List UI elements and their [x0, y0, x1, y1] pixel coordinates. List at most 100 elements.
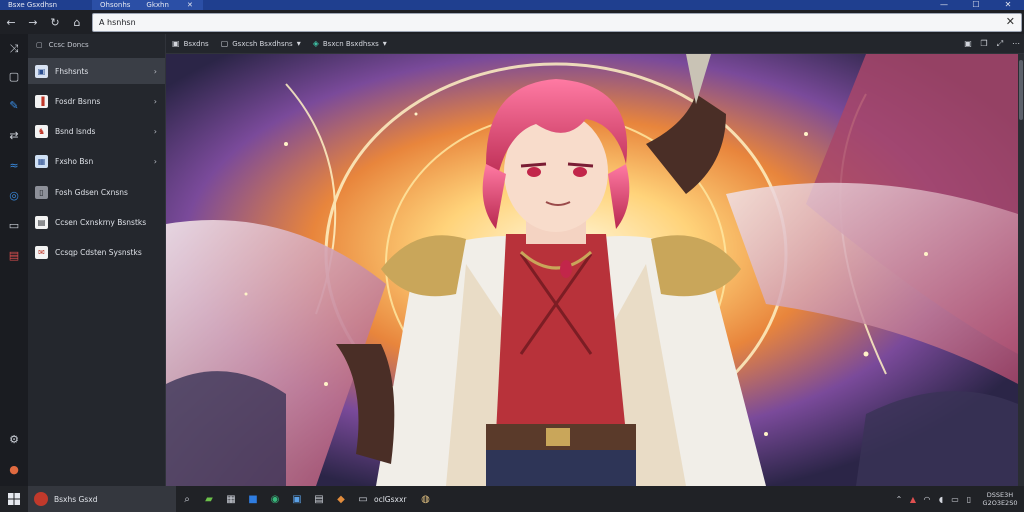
- volume-icon[interactable]: ◖: [934, 486, 948, 512]
- panel-item-label: Fosdr Bsnns: [55, 96, 101, 106]
- toolbar-item-label: Gsxcsh Bsxdhsns: [232, 39, 293, 48]
- panel-item-label: Fhshsnts: [55, 66, 89, 76]
- chevron-right-icon: ›: [153, 66, 157, 76]
- pen-icon[interactable]: ✎: [7, 98, 21, 112]
- browser-icon[interactable]: ◉: [264, 486, 286, 512]
- panel-item-label: Fosh Gdsen Cxnsns: [55, 187, 128, 197]
- window-tab-3[interactable]: Gkxhn: [138, 0, 177, 10]
- chat-icon[interactable]: ▰: [198, 486, 220, 512]
- toolbox-icon[interactable]: ▤: [7, 248, 21, 262]
- frame-icon[interactable]: ▢: [7, 69, 21, 83]
- window-icon: ▢: [220, 39, 229, 48]
- panel-item-6[interactable]: ▤ Ccsen Cxnskrny Bsnstks: [28, 209, 165, 235]
- gallery-icon: ▦: [35, 154, 48, 168]
- maximize-button[interactable]: ☐: [960, 0, 992, 10]
- window-tab-label: Bsxe Gsxdhsn: [8, 1, 58, 9]
- taskbar-active-app-label: Bsxhs Gsxd: [54, 494, 98, 504]
- document-icon: ▐: [35, 94, 48, 108]
- panel-header: ▢ Ccsc Doncs: [28, 34, 165, 56]
- taskbar-clock[interactable]: DSSE3H G2O3E2S0: [976, 491, 1024, 507]
- window-tab-label: Gkxhn: [146, 1, 169, 9]
- panel-item-5[interactable]: ▯ Fosh Gdsen Cxnsns: [28, 179, 165, 205]
- start-button[interactable]: [0, 486, 28, 512]
- toolbar-item-3[interactable]: ◈ Bsxcn Bsxdhsxs ▾: [307, 34, 393, 54]
- toolbar-item-2[interactable]: ▢ Gsxcsh Bsxdhsns ▾: [215, 34, 307, 54]
- address-text: A hsnhsn: [99, 18, 136, 27]
- close-tab-button[interactable]: ✕: [176, 0, 203, 10]
- panel-item-2[interactable]: ▐ Fosdr Bsnns ›: [28, 88, 165, 114]
- monitor-icon[interactable]: ▣: [286, 486, 308, 512]
- more-icon[interactable]: ⋯: [1008, 39, 1024, 48]
- panel-item-label: Fxsho Bsn: [55, 156, 94, 166]
- content-toolbar: ▣ Bsxdns ▢ Gsxcsh Bsxdhsns ▾ ◈ Bsxcn Bsx…: [166, 34, 1024, 54]
- taskbar-app-label[interactable]: oclGsxxr: [374, 495, 414, 504]
- calendar-icon[interactable]: ▤: [308, 486, 330, 512]
- profile-icon[interactable]: ●: [7, 462, 21, 476]
- taskbar-active-app[interactable]: Bsxhs Gsxd: [28, 486, 176, 512]
- address-bar[interactable]: A hsnhsn ✕: [92, 13, 1022, 32]
- image-icon: ▣: [35, 64, 48, 78]
- media-icon[interactable]: ◍: [414, 486, 436, 512]
- shuffle-icon[interactable]: ⤨: [7, 42, 21, 56]
- panel-item-label: Ccsqp Cdsten Sysnstks: [55, 247, 142, 257]
- toolbar-item-1[interactable]: ▣ Bsxdns: [166, 34, 215, 54]
- window-tab-2[interactable]: Ohsonhs: [92, 0, 139, 10]
- artwork-illustration: [166, 54, 1018, 486]
- chevron-down-icon: ▾: [296, 39, 301, 48]
- clock-date: G2O3E2S0: [982, 499, 1018, 507]
- navigation-bar: ← → ↻ ⌂ A hsnhsn ✕: [0, 10, 1024, 34]
- window-tab-1[interactable]: Bsxe Gsxdhsn: [0, 0, 92, 10]
- panel-item-1[interactable]: ▣ Fhshsnts ›: [28, 58, 165, 84]
- chevron-down-icon: ▾: [382, 39, 387, 48]
- home-button[interactable]: ⌂: [66, 10, 88, 34]
- expand-icon[interactable]: ⤢: [992, 39, 1008, 49]
- alert-icon[interactable]: ▲: [906, 486, 920, 512]
- store-icon[interactable]: ■: [242, 486, 264, 512]
- window-titlebar: Bsxe Gsxdhsn Ohsonhs Gkxhn ✕ — ☐ ✕: [0, 0, 1024, 10]
- share-icon[interactable]: ⇄: [7, 128, 21, 142]
- windows-icon: [8, 493, 20, 505]
- toolbar-item-label: Bsxcn Bsxdhsxs: [322, 39, 379, 48]
- copy-icon[interactable]: ❐: [976, 39, 992, 48]
- search-icon[interactable]: ◎: [7, 188, 21, 202]
- panel-item-4[interactable]: ▦ Fxsho Bsn ›: [28, 148, 165, 174]
- close-window-button[interactable]: ✕: [992, 0, 1024, 10]
- person-icon: ♞: [35, 124, 48, 138]
- notification-icon[interactable]: ▯: [962, 486, 976, 512]
- back-button[interactable]: ←: [0, 10, 22, 34]
- gallery-icon[interactable]: ▦: [220, 486, 242, 512]
- app-icon: [34, 492, 48, 506]
- folder-icon[interactable]: ▭: [352, 486, 374, 512]
- battery-icon[interactable]: ▭: [948, 486, 962, 512]
- panel-item-7[interactable]: ✉ Ccsqp Cdsten Sysnstks: [28, 239, 165, 265]
- taskbar: Bsxhs Gsxd ⌕ ▰ ▦ ■ ◉ ▣ ▤ ◆ ▭ oclGsxxr ◍ …: [0, 486, 1024, 512]
- window-tab-label: Ohsonhs: [100, 1, 131, 9]
- forward-button[interactable]: →: [22, 10, 44, 34]
- panel-header-label: Ccsc Doncs: [48, 41, 89, 49]
- square-icon: ▣: [172, 39, 180, 48]
- file-icon: ▯: [35, 185, 48, 199]
- device-icon[interactable]: ▭: [7, 218, 21, 232]
- chevron-up-icon[interactable]: ⌃: [892, 486, 906, 512]
- chevron-right-icon: ›: [153, 126, 157, 136]
- search-icon[interactable]: ⌕: [176, 486, 198, 512]
- analytics-icon[interactable]: ≈: [7, 158, 21, 172]
- toolbar-item-label: Bsxdns: [183, 39, 209, 48]
- vertical-scrollbar[interactable]: [1018, 54, 1024, 486]
- scrollbar-thumb[interactable]: [1019, 60, 1023, 120]
- panel-item-label: Ccsen Cxnskrny Bsnstks: [55, 217, 147, 227]
- panel-item-3[interactable]: ♞ Bsnd lsnds ›: [28, 118, 165, 144]
- network-icon[interactable]: ◠: [920, 486, 934, 512]
- shield-icon[interactable]: ◆: [330, 486, 352, 512]
- minimize-button[interactable]: —: [928, 0, 960, 10]
- fit-icon[interactable]: ▣: [960, 39, 976, 48]
- side-panel: ▢ Ccsc Doncs ▣ Fhshsnts › ▐ Fosdr Bsnns …: [28, 34, 166, 486]
- panel-header-icon: ▢: [36, 41, 43, 49]
- panel-item-label: Bsnd lsnds: [55, 126, 96, 136]
- artwork-image: [166, 54, 1018, 486]
- clear-address-button[interactable]: ✕: [1006, 15, 1015, 28]
- mail-icon: ✉: [35, 245, 48, 259]
- refresh-button[interactable]: ↻: [44, 10, 66, 34]
- settings-icon[interactable]: ⚙: [7, 432, 21, 446]
- clock-time: DSSE3H: [986, 491, 1014, 499]
